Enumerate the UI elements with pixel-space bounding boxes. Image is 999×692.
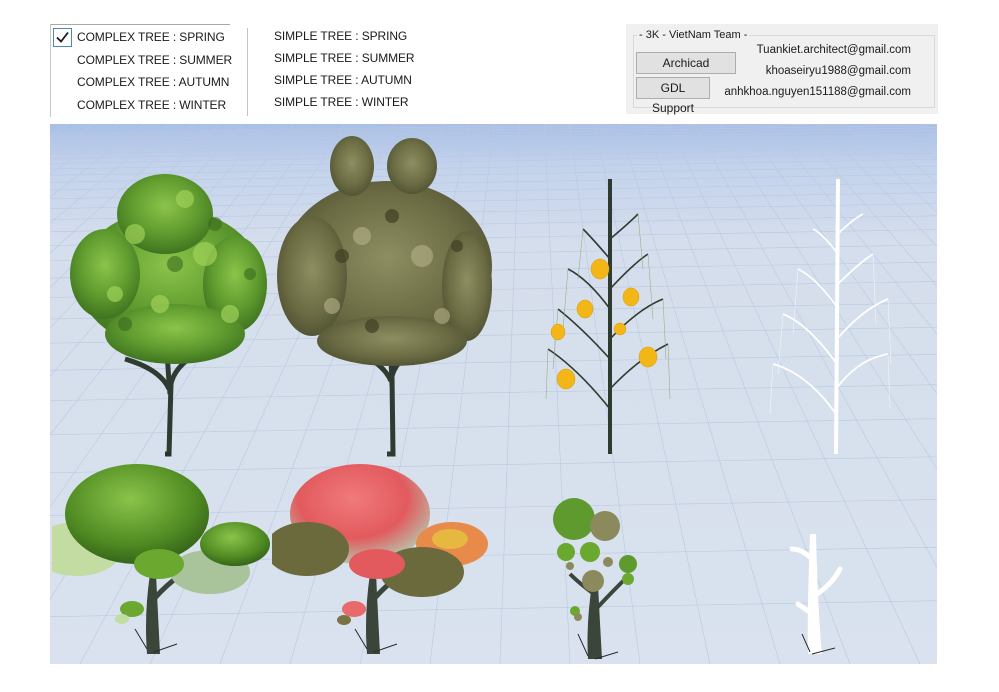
gdl-support-button[interactable]: GDL Support <box>636 77 710 115</box>
tree-complex-winter <box>769 178 892 455</box>
team-title: - 3K - VietNam Team - <box>637 28 750 42</box>
tree-complex-autumn <box>545 179 671 454</box>
grid-line <box>499 124 520 664</box>
tree-simple-autumn <box>553 498 637 660</box>
complex-tree-options: COMPLEX TREE : SPRING COMPLEX TREE : SUM… <box>50 24 233 117</box>
checkbox-checked[interactable] <box>53 28 72 47</box>
tree-simple-winter <box>789 534 843 655</box>
option-label: SIMPLE TREE : SPRING <box>274 29 408 43</box>
email-khoaseiryu: khoaseiryu1988@gmail.com <box>765 65 911 77</box>
simple-tree-options: SIMPLE TREE : SPRING SIMPLE TREE : SUMME… <box>272 24 472 116</box>
tree-simple-summer <box>272 464 488 654</box>
tree-complex-spring <box>70 174 267 457</box>
option-label: SIMPLE TREE : SUMMER <box>274 51 415 65</box>
column-divider <box>247 28 248 116</box>
checkmark-icon <box>56 31 69 43</box>
archicad-support-button[interactable]: Archicad Support <box>636 52 736 90</box>
tree-simple-spring <box>52 464 270 654</box>
option-label: SIMPLE TREE : AUTUMN <box>274 73 412 87</box>
3d-viewport[interactable] <box>50 124 937 664</box>
option-label: COMPLEX TREE : SPRING <box>77 30 225 44</box>
option-label: COMPLEX TREE : SUMMER <box>77 53 233 67</box>
tree-complex-summer <box>277 136 492 457</box>
option-label: COMPLEX TREE : WINTER <box>77 98 227 112</box>
option-label: SIMPLE TREE : WINTER <box>274 95 409 109</box>
email-anhkhoa: anhkhoa.nguyen151188@gmail.com <box>724 86 911 98</box>
option-label: COMPLEX TREE : AUTUMN <box>77 75 230 89</box>
email-tuankiet: Tuankiet.architect@gmail.com <box>756 44 911 56</box>
fruit-group <box>550 258 658 390</box>
